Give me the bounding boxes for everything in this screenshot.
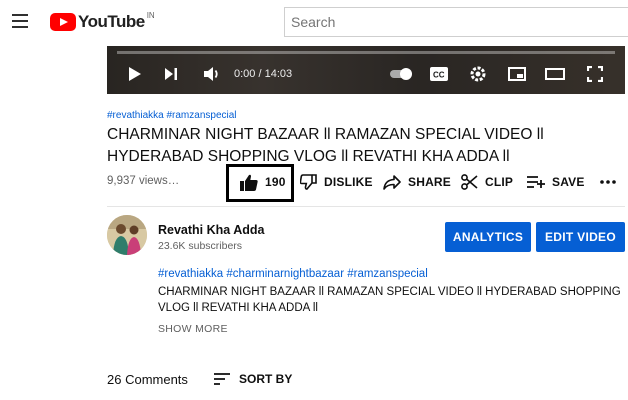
volume-icon[interactable] [201,60,223,88]
view-count: 9,937 views… [107,175,180,187]
clip-label: CLIP [485,175,514,189]
settings-icon[interactable] [468,60,488,88]
clip-icon [461,174,478,190]
theater-icon[interactable] [544,60,566,88]
menu-icon[interactable] [12,14,28,28]
youtube-logo[interactable]: YouTube IN [50,10,155,32]
masthead: YouTube IN [0,0,628,46]
dislike-button[interactable]: DISLIKE [300,167,373,197]
progress-bar[interactable] [117,51,615,54]
video-hashtags[interactable]: #revathiakka #ramzanspecial [107,110,237,121]
play-icon[interactable] [125,60,145,88]
analytics-button[interactable]: ANALYTICS [445,222,531,252]
description-text: CHARMINAR NIGHT BAZAAR ll RAMAZAN SPECIA… [158,286,621,314]
like-count: 190 [265,175,286,189]
clip-button[interactable]: CLIP [461,167,513,197]
subscriber-count: 23.6K subscribers [158,240,243,252]
share-label: SHARE [408,175,452,189]
search-input[interactable] [284,7,628,37]
description-hashtags[interactable]: #revathiakka #charminarnightbazaar #ramz… [158,268,428,280]
miniplayer-icon[interactable] [506,60,528,88]
fullscreen-icon[interactable] [584,60,606,88]
captions-icon[interactable]: CC [428,60,450,88]
thumbs-up-icon [240,174,258,191]
show-more-button[interactable]: SHOW MORE [158,323,228,335]
save-label: SAVE [552,175,585,189]
share-button[interactable]: SHARE [383,167,451,197]
edit-video-button[interactable]: EDIT VIDEO [536,222,625,252]
player-controls: 0:00 / 14:03 CC [107,60,625,88]
more-actions-button[interactable] [600,167,623,197]
save-playlist-icon [527,176,545,188]
divider [107,206,625,207]
autoplay-toggle-icon[interactable] [387,60,417,88]
thumbs-down-icon [300,174,317,190]
sort-by-label: SORT BY [239,372,293,386]
like-button[interactable]: 190 [240,167,286,197]
video-player[interactable]: 0:00 / 14:03 CC [107,46,625,94]
next-icon[interactable] [161,60,181,88]
svg-text:CC: CC [433,71,445,80]
video-title: CHARMINAR NIGHT BAZAAR ll RAMAZAN SPECIA… [107,126,544,165]
region-code: IN [146,10,155,20]
more-icon [600,180,616,184]
time-display: 0:00 / 14:03 [234,68,293,80]
sort-by-button[interactable]: SORT BY [214,370,292,388]
save-button[interactable]: SAVE [527,167,585,197]
share-icon [383,174,401,190]
logo-text: YouTube [78,12,145,31]
channel-name[interactable]: Revathi Kha Adda [158,223,265,237]
youtube-logo-icon [50,13,76,31]
dislike-label: DISLIKE [324,175,373,189]
comments-count: 26 Comments [107,372,188,387]
sort-icon [214,373,230,385]
avatar[interactable] [107,215,147,255]
